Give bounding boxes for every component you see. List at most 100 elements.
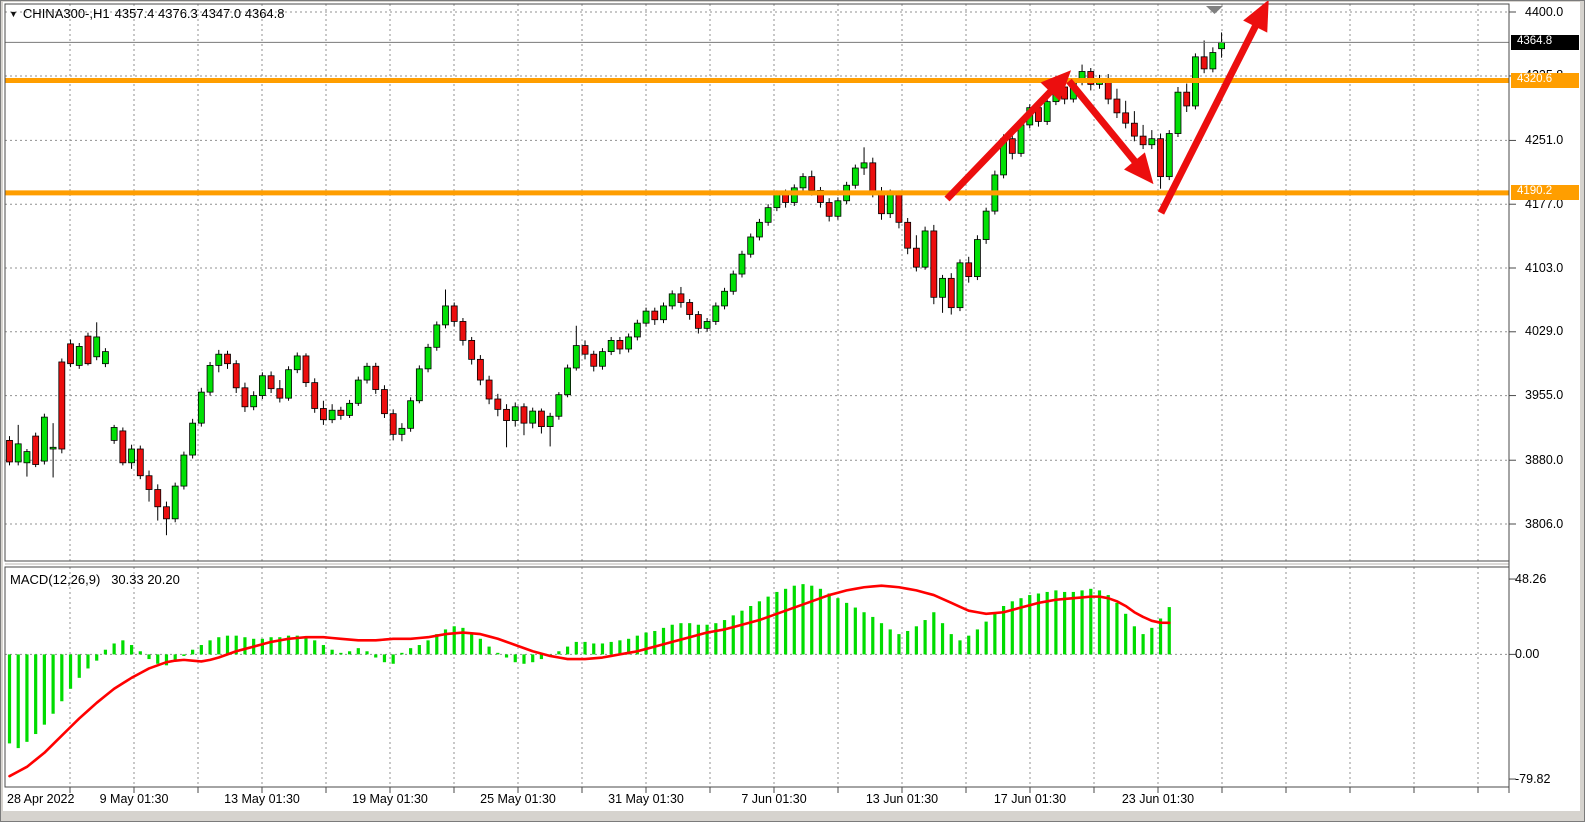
candle-bear	[477, 359, 483, 380]
macd-histogram-bar	[357, 648, 360, 654]
macd-histogram-bar	[557, 651, 560, 654]
candle-bear	[338, 410, 344, 415]
macd-indicator-label: MACD(12,26,9) 30.33 20.20	[10, 572, 180, 587]
candle-bull	[722, 291, 728, 306]
candle-bear	[931, 231, 937, 297]
candle-bear	[809, 177, 815, 191]
macd-histogram-bar	[1107, 595, 1110, 654]
current-price-badge: 4364.8	[1511, 35, 1579, 50]
candle-bull	[565, 368, 571, 395]
macd-histogram-bar	[374, 654, 377, 657]
candle-bear	[896, 194, 902, 222]
macd-histogram-bar	[784, 589, 787, 655]
candle-bull	[41, 417, 47, 461]
candle-bear	[33, 436, 39, 464]
macd-histogram-bar	[208, 640, 211, 654]
macd-histogram-bar	[706, 625, 709, 655]
candle-bear	[495, 399, 501, 409]
candle-bear	[695, 315, 701, 329]
macd-histogram-bar	[1089, 589, 1092, 655]
candle-bull	[425, 347, 431, 369]
candle-bull	[608, 340, 614, 351]
macd-histogram-bar	[156, 654, 159, 663]
candle-bear	[381, 390, 387, 414]
candle-bear	[582, 346, 588, 355]
candle-bear	[948, 278, 954, 307]
candle-bear	[1131, 123, 1137, 136]
candle-bear	[120, 431, 126, 463]
candle-bull	[443, 306, 449, 325]
macd-histogram-bar	[200, 645, 203, 654]
macd-histogram-bar	[862, 612, 865, 654]
macd-histogram-bar	[924, 620, 927, 654]
candle-bear	[277, 389, 283, 398]
candle-bull	[774, 194, 780, 208]
macd-histogram-bar	[758, 601, 761, 654]
hline-price-badge: 4320.6	[1511, 73, 1579, 88]
macd-histogram-bar	[496, 653, 499, 655]
macd-histogram-bar	[1080, 590, 1083, 654]
macd-histogram-bar	[313, 640, 316, 654]
price-axis-label: 4103.0	[1525, 261, 1563, 275]
macd-histogram-bar	[348, 651, 351, 654]
candle-bull	[347, 403, 353, 415]
candle-bull	[1166, 134, 1172, 177]
candle-bull	[643, 311, 649, 323]
macd-histogram-bar	[697, 625, 700, 655]
candle-bull	[765, 208, 771, 223]
macd-histogram-bar	[147, 654, 150, 659]
macd-axis-label: 0.00	[1515, 647, 1539, 661]
time-axis-label: 28 Apr 2022	[7, 792, 74, 806]
macd-histogram-bar	[86, 654, 89, 668]
macd-histogram-bar	[226, 636, 229, 655]
candle-bear	[68, 344, 74, 364]
macd-histogram-bar	[575, 642, 578, 654]
candle-bear	[879, 192, 885, 214]
macd-histogram-bar	[191, 650, 194, 655]
macd-histogram-bar	[601, 643, 604, 654]
macd-axis-label: -79.82	[1515, 772, 1550, 786]
macd-histogram-bar	[365, 651, 368, 654]
candle-bear	[870, 163, 876, 192]
macd-histogram-bar	[488, 647, 491, 655]
candle-bull	[251, 396, 257, 407]
macd-histogram-bar	[671, 625, 674, 655]
candle-bull	[416, 369, 422, 401]
macd-histogram-bar	[130, 645, 133, 654]
symbol-dropdown-icon[interactable]: ▼	[9, 8, 18, 20]
chart-surface[interactable]	[3, 2, 1580, 811]
macd-histogram-bar	[897, 634, 900, 654]
macd-histogram-bar	[714, 623, 717, 654]
candle-bear	[1158, 139, 1164, 177]
candle-bull	[835, 201, 841, 217]
candle-bull	[1175, 92, 1181, 133]
candle-bear	[268, 376, 274, 389]
candle-bull	[76, 346, 82, 365]
macd-histogram-bar	[426, 640, 429, 654]
macd-histogram-bar	[1063, 592, 1066, 654]
macd-histogram-bar	[775, 592, 778, 654]
macd-histogram-bar	[505, 654, 508, 657]
candle-bull	[259, 376, 265, 396]
macd-histogram-bar	[60, 654, 63, 701]
candle-bull	[887, 194, 893, 214]
candle-bear	[966, 263, 972, 277]
macd-values: 30.33 20.20	[111, 572, 180, 587]
candle-bull	[573, 346, 579, 368]
candle-bull	[15, 444, 21, 462]
chart-canvas[interactable]	[1, 1, 1585, 822]
candle-bull	[408, 401, 414, 429]
macd-histogram-bar	[121, 640, 124, 654]
macd-histogram-bar	[34, 654, 37, 734]
candle-bear	[521, 407, 527, 423]
candle-bull	[626, 337, 632, 349]
price-axis-label: 3955.0	[1525, 388, 1563, 402]
candle-bear	[1201, 57, 1207, 69]
macd-histogram-bar	[993, 614, 996, 655]
macd-histogram-bar	[985, 622, 988, 655]
macd-histogram-bar	[801, 584, 804, 654]
candle-bull	[172, 486, 178, 519]
macd-histogram-bar	[470, 633, 473, 655]
macd-histogram-bar	[644, 633, 647, 655]
candle-bear	[591, 354, 597, 366]
